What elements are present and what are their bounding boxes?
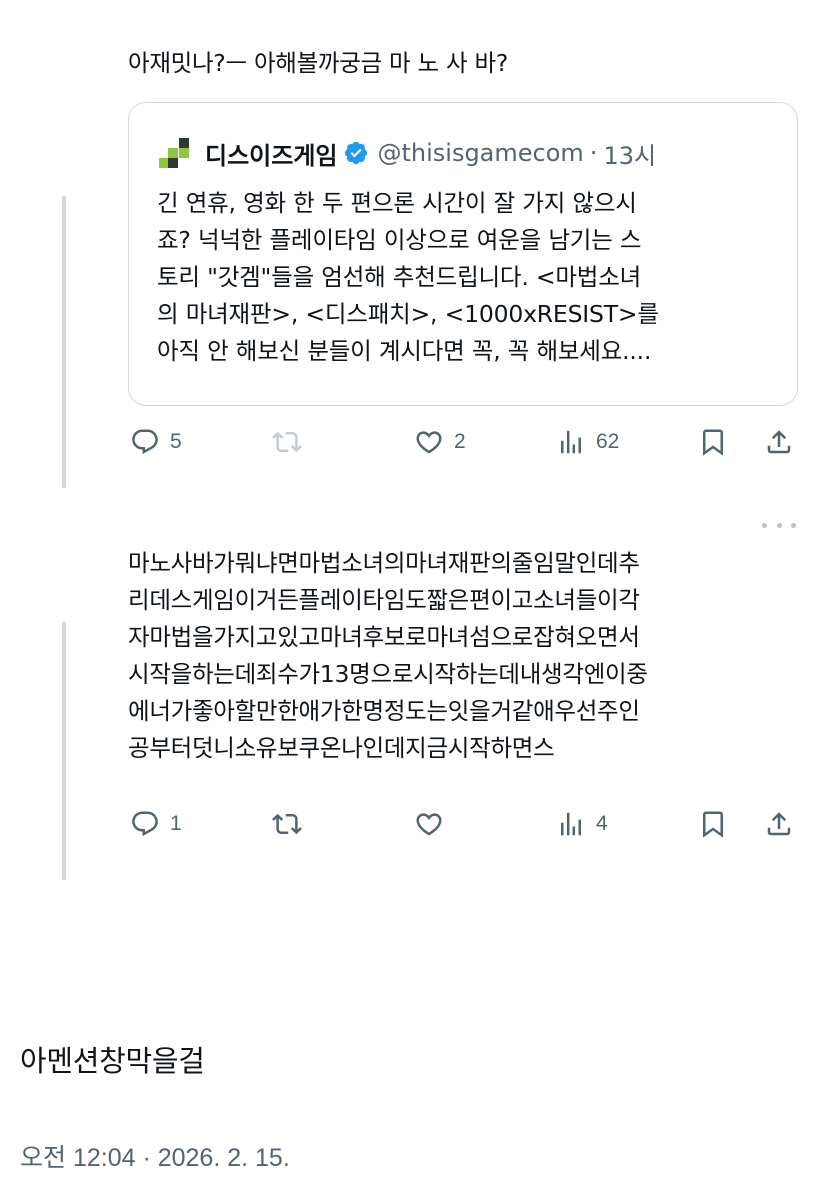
post-1-text: 아재밋나?ㅡ 아해볼까궁금 마 노 사 바? [128, 49, 508, 77]
reply-icon [132, 811, 158, 837]
quoted-post-time[interactable]: 13시 [603, 136, 656, 171]
quoted-post-card[interactable]: 디스이즈게임 @thisisgamecom · 13시 긴 연휴, 영화 한 두… [128, 102, 798, 406]
reply-count: 1 [170, 812, 182, 835]
more-dot [762, 522, 767, 528]
thisisgame-logo-icon [159, 138, 189, 168]
verified-badge-icon [345, 141, 368, 165]
views-button[interactable]: 4 [556, 804, 608, 844]
quoted-author-handle[interactable]: @thisisgamecom [377, 139, 583, 167]
post-2-action-bar: 1 4 [128, 804, 798, 844]
reply-button[interactable]: 1 [130, 804, 182, 844]
views-chart-icon [561, 812, 581, 836]
bookmark-icon [703, 429, 723, 456]
separator-dot: · [589, 139, 598, 167]
thread-line-2 [62, 622, 66, 880]
thread-line-1 [62, 196, 66, 488]
reply-icon [132, 429, 158, 455]
quoted-author-name[interactable]: 디스이즈게임 [205, 136, 337, 171]
like-count: 2 [454, 430, 466, 453]
quoted-post-header: 디스이즈게임 @thisisgamecom · 13시 [157, 133, 656, 173]
views-count: 62 [596, 430, 620, 453]
like-button[interactable] [414, 804, 454, 844]
share-button[interactable] [764, 804, 794, 844]
bookmark-button[interactable] [698, 804, 728, 844]
share-button[interactable] [764, 422, 794, 462]
heart-icon [416, 813, 442, 836]
more-dot [791, 522, 796, 528]
retweet-icon [272, 813, 302, 835]
views-button[interactable]: 62 [556, 422, 619, 462]
like-button[interactable]: 2 [414, 422, 466, 462]
post-2-text: 마노사바가뭐냐면마법소녀의마녀재판의줄임말인데추 리데스게임이거든플레이타임도짧… [128, 549, 648, 762]
bookmark-button[interactable] [698, 422, 728, 462]
more-dot [776, 522, 782, 528]
share-icon [767, 430, 791, 454]
reply-count: 5 [170, 430, 182, 453]
quoted-post-body: 긴 연휴, 영화 한 두 편으론 시간이 잘 가지 않으시 죠? 넉넉한 플레이… [157, 189, 659, 365]
post-1-action-bar: 5 2 62 [128, 422, 798, 462]
post-timestamp[interactable]: 오전 12:04 · 2026. 2. 15. [20, 1138, 290, 1174]
heart-icon [416, 431, 442, 454]
reply-button[interactable]: 5 [130, 422, 182, 462]
more-options-button[interactable] [762, 515, 796, 535]
share-icon [767, 812, 791, 836]
views-count: 4 [596, 812, 608, 835]
retweet-icon [272, 431, 302, 453]
retweet-button[interactable] [272, 804, 312, 844]
views-chart-icon [561, 430, 581, 454]
bookmark-icon [703, 811, 723, 838]
retweet-button[interactable] [272, 422, 312, 462]
main-post-text: 아멘션창막을걸 [20, 1044, 205, 1078]
